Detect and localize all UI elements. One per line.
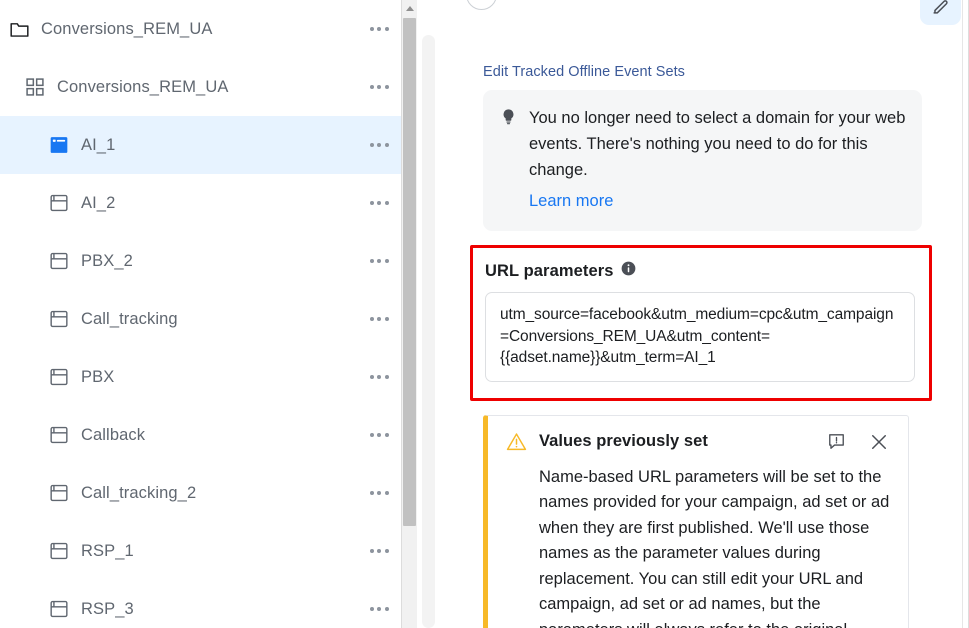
domain-info-banner-body: You no longer need to select a domain fo… [529,105,906,214]
url-parameters-label-row: URL parameters [485,261,915,281]
close-icon[interactable] [868,431,890,453]
tree-item-conversions_rem_ua[interactable]: Conversions_REM_UA [0,0,417,58]
adset-icon [48,424,70,446]
tree-item-label: Conversions_REM_UA [57,77,229,96]
panel-scroll-divider [962,0,963,628]
sidebar-scrollbar-thumb[interactable] [403,18,416,526]
tree-item-label: Callback [81,425,146,444]
sidebar-scrollbar[interactable] [401,0,417,628]
values-previously-set-body: Name-based URL parameters will be set to… [539,467,890,628]
tree-item-more-options-button[interactable] [357,67,401,107]
tree-item-pbx[interactable]: PBX [0,348,417,406]
adset-icon [48,250,70,272]
tree-item-call_tracking_2[interactable]: Call_tracking_2 [0,464,417,522]
folder-icon [8,18,30,40]
values-previously-set-header: Values previously set [506,431,894,453]
tree-item-label: AI_2 [81,193,116,212]
ad-detail-panel: Edit Tracked Offline Event Sets You no l… [449,0,969,628]
tree-item-label: AI_1 [81,135,116,154]
partial-pill-button[interactable] [466,0,497,10]
domain-info-banner: You no longer need to select a domain fo… [483,90,922,231]
domain-info-banner-text: You no longer need to select a domain fo… [529,109,906,179]
tree-item-label: Call_tracking_2 [81,483,197,502]
panel-gutter [417,0,449,628]
tree-item-more-options-button[interactable] [357,357,401,397]
tree-item-callback[interactable]: Callback [0,406,417,464]
tree-item-rsp_3[interactable]: RSP_3 [0,580,417,628]
panel-scroll-track[interactable] [422,35,435,628]
tree-item-label: Conversions_REM_UA [41,19,213,38]
scroll-up-arrow-icon[interactable] [402,0,417,16]
tree-item-call_tracking[interactable]: Call_tracking [0,290,417,348]
ad-filled-icon [48,134,70,156]
tree-item-label: Call_tracking [81,309,178,328]
adset-icon [48,366,70,388]
values-previously-set-card: Values previously set Name-based URL par… [483,414,909,628]
values-previously-set-title: Values previously set [539,432,708,450]
edit-tracked-offline-event-sets-link[interactable]: Edit Tracked Offline Event Sets [483,64,685,80]
tree-item-more-options-button[interactable] [357,125,401,165]
tree-item-more-options-button[interactable] [357,531,401,571]
adset-icon [48,308,70,330]
tree-item-more-options-button[interactable] [357,415,401,455]
url-parameters-input[interactable]: utm_source=facebook&utm_medium=cpc&utm_c… [485,292,915,382]
tree-item-label: PBX_2 [81,251,133,270]
adset-icon [48,192,70,214]
tree-item-more-options-button[interactable] [357,9,401,49]
learn-more-link[interactable]: Learn more [529,188,613,214]
tree-item-more-options-button[interactable] [357,473,401,513]
adset-icon [48,540,70,562]
lightbulb-icon [497,105,519,131]
tree-item-label: PBX [81,367,115,386]
tree-item-conversions_rem_ua[interactable]: Conversions_REM_UA [0,58,417,116]
adset-icon [48,598,70,620]
tree-item-label: RSP_1 [81,541,134,560]
campaign-tree-sidebar: Conversions_REM_UA Conversions_REM_UA AI_1… [0,0,417,628]
url-parameters-value: utm_source=facebook&utm_medium=cpc&utm_c… [500,306,894,366]
tree-item-label: RSP_3 [81,599,134,618]
info-icon[interactable] [621,261,636,281]
tree-item-ai_2[interactable]: AI_2 [0,174,417,232]
warning-triangle-icon [506,431,528,453]
tree-item-more-options-button[interactable] [357,183,401,223]
tree-item-ai_1[interactable]: AI_1 [0,116,417,174]
tree-item-more-options-button[interactable] [357,241,401,281]
adset-icon [48,482,70,504]
edit-button[interactable] [920,0,961,25]
campaign-grid-icon [24,76,46,98]
panel-content: Edit Tracked Offline Event Sets You no l… [449,0,969,628]
values-previously-set-actions [825,431,894,453]
tree-item-more-options-button[interactable] [357,589,401,628]
pencil-edit-icon [931,0,950,21]
feedback-icon[interactable] [825,431,847,453]
tree-item-more-options-button[interactable] [357,299,401,339]
campaign-tree: Conversions_REM_UA Conversions_REM_UA AI_1… [0,0,417,628]
tree-item-pbx_2[interactable]: PBX_2 [0,232,417,290]
app-root: Conversions_REM_UA Conversions_REM_UA AI_1… [0,0,969,628]
url-parameters-label: URL parameters [485,261,614,280]
tree-item-rsp_1[interactable]: RSP_1 [0,522,417,580]
url-parameters-highlight: URL parameters utm_source=facebook&utm_m… [470,245,932,401]
